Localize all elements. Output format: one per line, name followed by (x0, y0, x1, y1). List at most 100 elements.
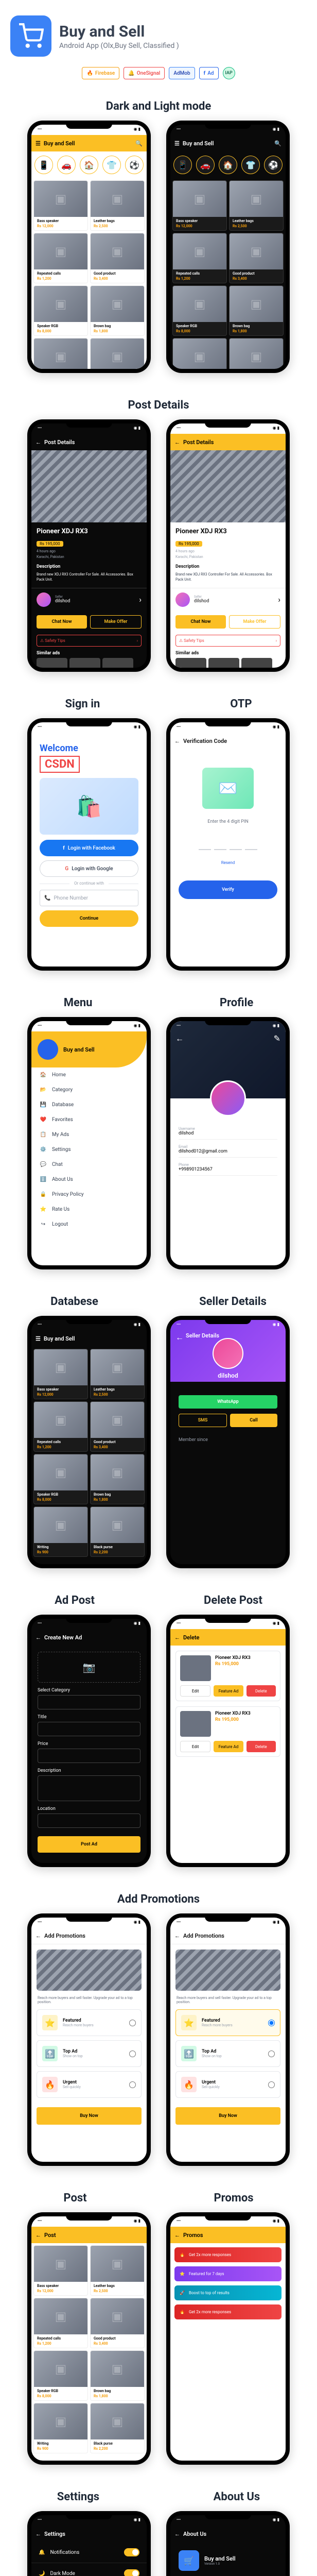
product-card[interactable]: ▣ Black purseRs 2,200 (229, 338, 284, 369)
otp-digit[interactable] (214, 835, 226, 850)
menu-item[interactable]: 💾Database (31, 1097, 147, 1112)
product-card[interactable]: ▣ WritingRs 900 (33, 338, 88, 369)
product-card[interactable]: ▣ Black purseRs 2,200 (90, 338, 145, 369)
continue-button[interactable]: Continue (40, 910, 138, 927)
image-upload[interactable]: 📷 (38, 1652, 140, 1683)
product-card[interactable]: ▣ Leather bagsRs 2,500 (90, 180, 145, 231)
sms-button[interactable]: SMS (179, 1414, 227, 1427)
chevron-icon[interactable]: › (278, 595, 280, 604)
chevron-icon[interactable]: › (139, 595, 142, 604)
menu-item[interactable]: ⚙️Settings (31, 1142, 147, 1157)
promo-top[interactable]: 🔝 Top AdShow on top (37, 2040, 142, 2067)
desc-input[interactable] (38, 1775, 140, 1801)
phone-input[interactable]: 📞 Phone Number (40, 890, 138, 906)
promo-banner[interactable]: ⭐ Featured for 7 days (174, 2266, 281, 2281)
product-card[interactable]: ▣ Speaker RGBRs 8,000 (33, 285, 88, 336)
promo-radio[interactable] (129, 2081, 136, 2088)
feature-button[interactable]: Feature Ad (214, 1685, 243, 1697)
category-item[interactable]: ⚽ (125, 156, 144, 174)
product-card[interactable]: ▣ Bass speakerRs 12,000 (172, 180, 227, 231)
category-item[interactable]: 🏠 (80, 156, 98, 174)
delete-button[interactable]: Delete (246, 1685, 276, 1697)
product-card[interactable]: ▣ Speaker RGBRs 8,000 (172, 285, 227, 336)
feature-button[interactable]: Feature Ad (214, 1741, 243, 1752)
product-card[interactable]: ▣ Leather bagsRs 2,500 (229, 180, 284, 231)
safety-tips[interactable]: ⚠ Safety Tips› (37, 635, 142, 647)
similar-ad[interactable]: Repeated calls (175, 658, 206, 668)
title-input[interactable] (38, 1722, 140, 1736)
category-item[interactable]: 📱 (34, 156, 53, 174)
menu-item[interactable]: 🏠Home (31, 1067, 147, 1082)
product-card[interactable]: ▣ Good productRs 3,400 (229, 233, 284, 283)
verify-button[interactable]: Verify (179, 880, 277, 899)
back-icon[interactable]: ← (174, 2232, 180, 2239)
promo-banner[interactable]: 🔥 Get 2x more responses (174, 2304, 281, 2319)
menu-item[interactable]: 📋My Ads (31, 1127, 147, 1142)
seller-avatar[interactable] (37, 592, 51, 607)
product-card[interactable]: ▣ WritingRs 900 (172, 338, 227, 369)
back-icon[interactable]: ← (174, 738, 180, 744)
menu-icon[interactable]: ☰ (36, 1335, 41, 1342)
settings-notifications[interactable]: 🔔 Notifications (31, 2542, 147, 2563)
buy-now-button[interactable]: Buy Now (37, 2107, 142, 2125)
promo-radio[interactable] (268, 2020, 275, 2026)
promo-radio[interactable] (268, 2081, 275, 2088)
product-card[interactable]: ▣ Brown bagRs 1,800 (90, 1454, 145, 1504)
product-card[interactable]: ▣ Good productRs 3,400 (90, 233, 145, 283)
price-input[interactable] (38, 1749, 140, 1763)
post-ad-button[interactable]: Post Ad (38, 1836, 140, 1853)
menu-icon[interactable]: ☰ (174, 140, 180, 147)
similar-ad[interactable] (102, 658, 133, 668)
product-card[interactable]: ▣ Leather bagsRs 2,500 (90, 1349, 145, 1399)
menu-item[interactable]: ℹ️About Us (31, 1172, 147, 1187)
offer-button[interactable]: Make Offer (90, 615, 142, 629)
similar-ad[interactable] (241, 658, 272, 668)
category-item[interactable]: 🚗 (57, 156, 76, 174)
product-card[interactable]: ▣ Bass speakerRs 12,000 (33, 180, 88, 231)
back-icon[interactable]: ← (174, 2531, 180, 2537)
menu-item[interactable]: 💬Chat (31, 1157, 147, 1172)
product-card[interactable]: ▣ Brown bagRs 1,800 (90, 2350, 145, 2401)
similar-ad[interactable] (69, 658, 100, 668)
settings-darkmode[interactable]: 🌙 Dark Mode (31, 2563, 147, 2576)
back-icon[interactable]: ← (174, 1933, 180, 1939)
product-card[interactable]: ▣ WritingRs 900 (33, 1506, 88, 1557)
category-item[interactable]: 🏠 (219, 156, 237, 174)
similar-ad[interactable]: Repeated calls (37, 658, 67, 668)
back-icon[interactable]: ← (36, 1634, 41, 1641)
product-card[interactable]: ▣ WritingRs 900 (33, 2403, 88, 2453)
back-icon[interactable]: ← (175, 1332, 184, 1343)
promo-featured[interactable]: ⭐ FeaturedReach more buyers (175, 2009, 280, 2036)
promo-urgent[interactable]: 🔥 UrgentSell quickly (175, 2071, 280, 2098)
seller-avatar[interactable] (175, 592, 190, 607)
buy-now-button[interactable]: Buy Now (175, 2107, 280, 2125)
product-card[interactable]: ▣ Repeated callsRs 1,200 (33, 1401, 88, 1452)
category-item[interactable]: 👕 (102, 156, 121, 174)
back-icon[interactable]: ← (36, 2232, 41, 2239)
safety-tips[interactable]: ⚠ Safety Tips› (175, 635, 280, 647)
menu-icon[interactable]: ☰ (36, 140, 41, 147)
resend-link[interactable]: Resend (179, 860, 277, 865)
product-card[interactable]: ▣ Repeated callsRs 1,200 (33, 2298, 88, 2348)
profile-avatar[interactable] (210, 1080, 246, 1116)
product-card[interactable]: ▣ Repeated callsRs 1,200 (33, 233, 88, 283)
promo-urgent[interactable]: 🔥 UrgentSell quickly (37, 2071, 142, 2098)
facebook-login-button[interactable]: f Login with Facebook (40, 840, 138, 856)
otp-digit[interactable] (199, 835, 211, 850)
delete-button[interactable]: Delete (246, 1741, 276, 1752)
back-icon[interactable]: ← (36, 439, 41, 446)
call-button[interactable]: Call (230, 1414, 277, 1427)
product-card[interactable]: ▣ Black purseRs 2,200 (90, 1506, 145, 1557)
back-icon[interactable]: ← (36, 2531, 41, 2537)
search-icon[interactable]: 🔍 (135, 140, 143, 147)
menu-item[interactable]: 📂Category (31, 1082, 147, 1097)
edit-icon[interactable]: ✎ (274, 1033, 280, 1043)
product-card[interactable]: ▣ Brown bagRs 1,800 (229, 285, 284, 336)
whatsapp-button[interactable]: WhatsApp (179, 1395, 277, 1409)
product-card[interactable]: ▣ Leather bagsRs 2,500 (90, 2245, 145, 2296)
otp-digit[interactable] (230, 835, 242, 850)
product-card[interactable]: ▣ Speaker RGBRs 8,000 (33, 2350, 88, 2401)
menu-item[interactable]: ❤️Favorites (31, 1112, 147, 1127)
promo-banner[interactable]: 🔥 Get 2x more responses (174, 2247, 281, 2262)
category-item[interactable]: 📱 (173, 156, 192, 174)
